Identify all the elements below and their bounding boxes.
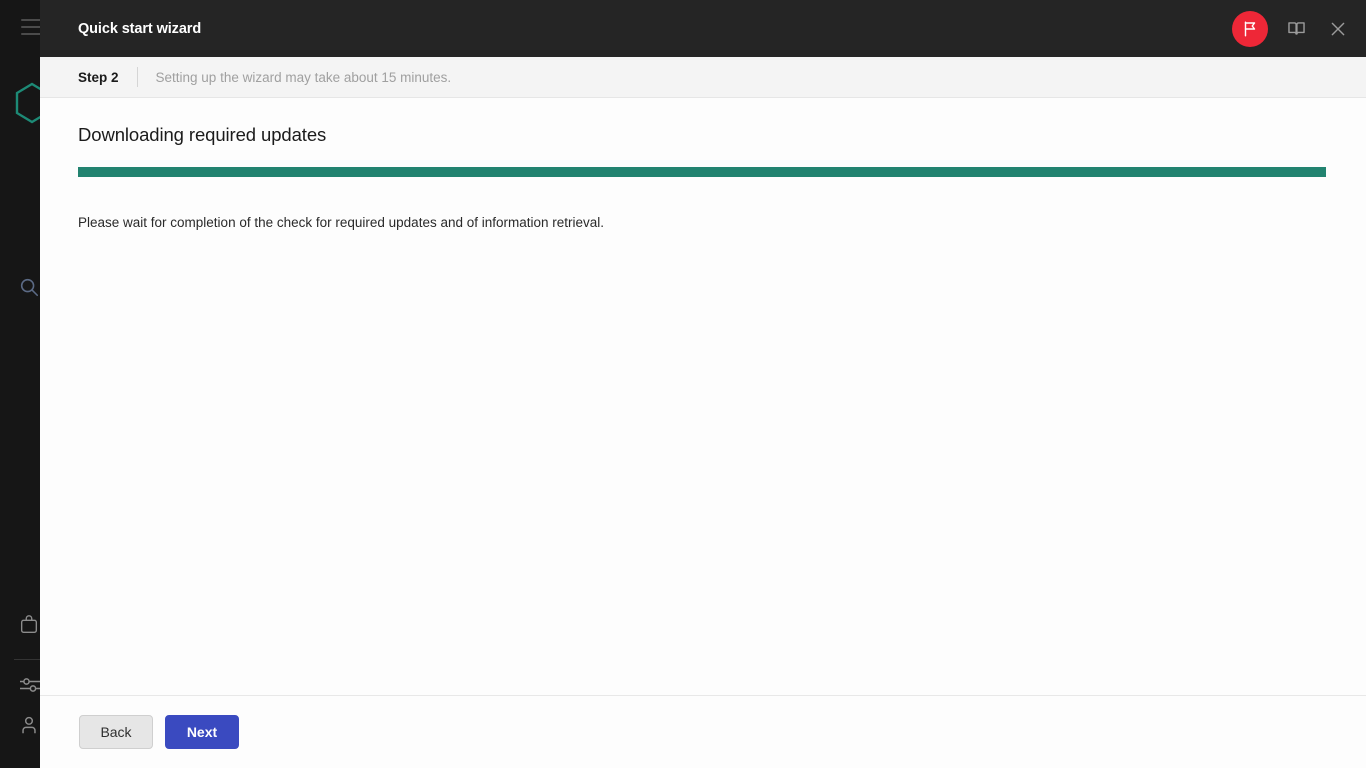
- application-window: Quick start wizard Step 2 Setting up the…: [0, 0, 1366, 768]
- progress-bar-fill: [78, 167, 1326, 177]
- back-button[interactable]: Back: [79, 715, 153, 749]
- page-title: Downloading required updates: [78, 124, 327, 145]
- status-message: Please wait for completion of the check …: [78, 215, 605, 230]
- flag-icon-badge[interactable]: [1232, 10, 1268, 47]
- step-separator: [136, 67, 138, 87]
- wizard-title: Quick start wizard: [78, 20, 202, 37]
- titlebar-actions: [1232, 10, 1352, 47]
- step-label: Step 2: [78, 69, 119, 85]
- step-bar: Step 2 Setting up the wizard may take ab…: [40, 57, 1366, 98]
- quick-start-wizard-dialog: Quick start wizard Step 2 Setting up the…: [40, 0, 1366, 768]
- book-icon[interactable]: [1282, 15, 1310, 43]
- wizard-titlebar: Quick start wizard: [40, 0, 1366, 57]
- progress-bar: [78, 167, 1326, 177]
- step-note: Setting up the wizard may take about 15 …: [155, 69, 452, 85]
- wizard-body: Downloading required updates Please wait…: [40, 98, 1366, 695]
- next-button[interactable]: Next: [165, 715, 239, 749]
- wizard-footer: Back Next: [40, 695, 1366, 768]
- close-icon[interactable]: [1324, 15, 1352, 43]
